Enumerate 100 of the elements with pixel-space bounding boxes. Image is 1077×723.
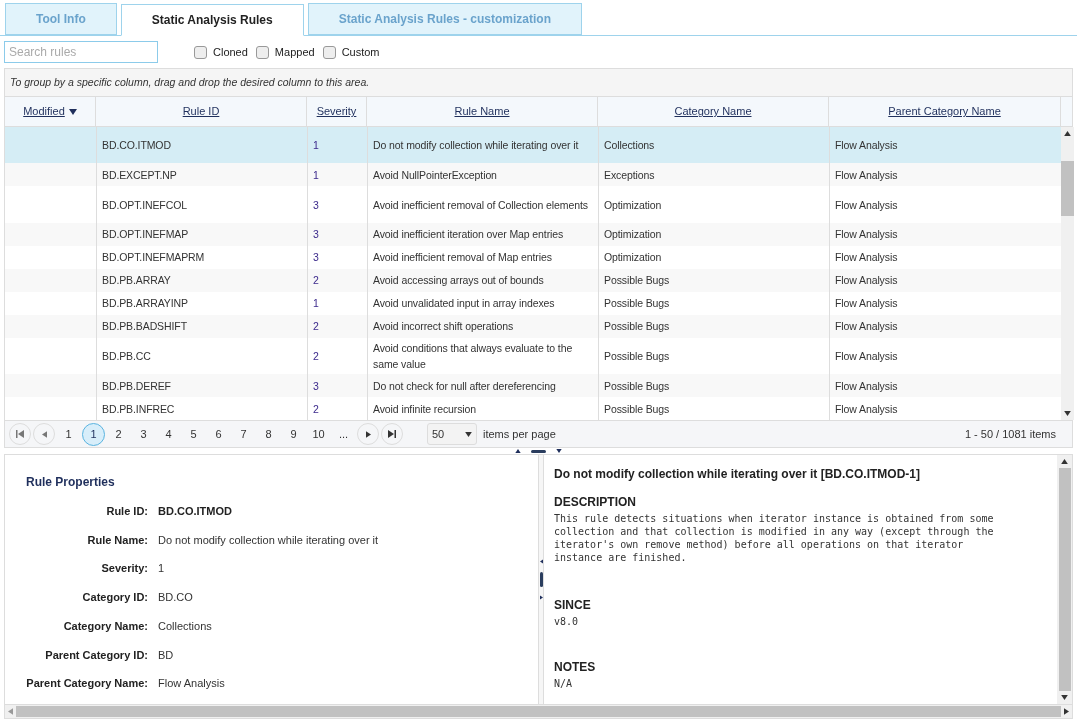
rule-id-cell-text: BD.CO.ITMOD: [102, 138, 171, 154]
column-header-cell[interactable]: Rule ID: [96, 97, 307, 126]
property-label: Parent Category Name:: [26, 676, 148, 692]
page-link[interactable]: 3: [132, 422, 155, 446]
parent-category-cell-text: Flow Analysis: [835, 227, 898, 243]
category-cell-text: Collections: [604, 138, 655, 154]
property-label: Rule Name:: [86, 532, 148, 548]
category-cell-text: Possible Bugs: [604, 348, 670, 364]
rule-doc-title: Do not modify collection while iterating over it [BD.CO.ITMOD-1]: [554, 466, 921, 483]
tab[interactable]: Static Analysis Rules: [120, 4, 304, 36]
page-link[interactable]: 1: [82, 422, 105, 446]
rule-name-cell-text: Avoid inefficient removal of Map entries: [373, 250, 552, 266]
rule-name-cell-text: Do not modify collection while iterating over it: [373, 138, 579, 154]
category-cell-text: Possible Bugs: [604, 273, 670, 289]
vertical-scrollbar[interactable]: [1061, 127, 1074, 420]
property-value: Do not modify collection while iterating over it: [158, 532, 379, 548]
column-header[interactable]: Modified: [23, 103, 65, 120]
parent-category-cell-text: Flow Analysis: [835, 197, 898, 213]
column-header-cell[interactable]: Modified: [5, 97, 96, 126]
parent-category-cell-text: Flow Analysis: [835, 296, 898, 312]
dropdown-arrow-icon: [465, 431, 472, 437]
checkbox[interactable]: [194, 45, 207, 59]
rule-id-cell-text: BD.PB.CC: [102, 348, 151, 364]
property-label: Rule ID:: [105, 504, 148, 519]
category-cell-text: Possible Bugs: [604, 319, 670, 335]
column-header[interactable]: Rule ID: [182, 103, 220, 120]
page-size-dropdown[interactable]: 50: [427, 423, 477, 445]
rule-id-cell-text: BD.PB.INFREC: [102, 401, 175, 417]
page-link[interactable]: ...: [332, 422, 355, 446]
page-link[interactable]: 10: [307, 422, 330, 446]
column-header[interactable]: Parent Category Name: [888, 103, 1001, 120]
parent-category-cell-text: Flow Analysis: [835, 348, 898, 364]
splitter-handle[interactable]: [539, 572, 543, 587]
rule-name-cell-text: Avoid conditions that always evaluate to the same value: [373, 340, 574, 372]
scrollbar-thumb[interactable]: [16, 706, 1061, 717]
property-value: BD.CO.ITMOD: [158, 504, 232, 519]
property-label: Severity:: [100, 561, 148, 577]
page-link[interactable]: 7: [232, 422, 255, 446]
vertical-scrollbar[interactable]: [1057, 455, 1072, 704]
parent-category-cell-text: Flow Analysis: [835, 138, 898, 154]
table-row[interactable]: BD.OPT.INEFMAP 3 Avoid inefficient iteration over Map entries Optimization Flow Analysis: [5, 222, 1061, 246]
checkbox-label: Cloned: [213, 44, 248, 60]
rule-name-cell-text: Avoid NullPointerException: [373, 167, 497, 183]
sort-arrow-icon: [68, 108, 77, 115]
search-field[interactable]: Search rules: [4, 41, 158, 63]
last-page-icon: [388, 430, 396, 438]
checkbox[interactable]: [322, 45, 336, 59]
page-link[interactable]: 4: [157, 422, 180, 446]
scrollbar-thumb[interactable]: [1061, 161, 1074, 216]
page-size-label: items per page: [483, 426, 556, 442]
doc-heading: SINCE: [554, 597, 592, 614]
rule-id-cell-text: BD.EXCEPT.NP: [102, 167, 177, 183]
column-header[interactable]: Severity: [316, 103, 357, 120]
scroll-right-icon: [1064, 708, 1069, 715]
page-link[interactable]: 9: [282, 422, 305, 446]
scroll-up-icon: [1061, 459, 1068, 464]
splitter-handle[interactable]: [531, 449, 546, 453]
doc-heading: DESCRIPTION: [554, 494, 637, 511]
rule-id-cell-text: BD.PB.ARRAYINP: [102, 296, 188, 312]
next-icon: [365, 430, 371, 438]
category-cell-text: Exceptions: [604, 167, 655, 183]
property-label: Category Name:: [62, 618, 148, 634]
table-row[interactable]: BD.PB.ARRAY 2 Avoid accessing arrays out of bounds Possible Bugs Flow Analysis: [5, 268, 1061, 292]
scroll-down-icon: [1064, 411, 1071, 416]
category-cell-text: Possible Bugs: [604, 378, 670, 394]
page-link[interactable]: 8: [257, 422, 280, 446]
property-value: Flow Analysis: [158, 676, 225, 692]
collapse-right-icon: [539, 595, 543, 600]
column-header-cell[interactable]: Severity: [307, 97, 367, 126]
page-link[interactable]: 5: [182, 422, 205, 446]
column-header-cell[interactable]: Category Name: [598, 97, 829, 126]
severity-cell-text: 2: [313, 348, 319, 364]
table-row[interactable]: BD.CO.ITMOD 1 Do not modify collection while iterating over it Collections Flow Analysis: [5, 127, 1061, 164]
table-row[interactable]: BD.EXCEPT.NP 1 Avoid NullPointerException Exceptions Flow Analysis: [5, 163, 1061, 187]
rule-name-cell-text: Avoid inefficient iteration over Map entries: [373, 227, 564, 243]
doc-heading: NOTES: [554, 659, 597, 676]
column-header-cell[interactable]: Rule Name: [367, 97, 598, 126]
table-row[interactable]: BD.PB.DEREF 3 Do not check for null after dereferencing Possible Bugs Flow Analysis: [5, 374, 1061, 398]
property-label: Category ID:: [81, 590, 148, 606]
scroll-left-icon: [8, 708, 13, 715]
severity-cell-text: 2: [313, 273, 319, 289]
column-header-cell[interactable]: Parent Category Name: [829, 97, 1061, 126]
page-link[interactable]: 1: [57, 422, 80, 446]
previous-icon: [41, 430, 47, 438]
column-header[interactable]: Rule Name: [454, 103, 510, 120]
checkbox-label: Mapped: [274, 44, 315, 60]
severity-cell-text: 2: [313, 319, 319, 335]
category-cell-text: Possible Bugs: [604, 296, 670, 312]
rule-name-cell-text: Avoid accessing arrays out of bounds: [373, 273, 544, 289]
horizontal-scrollbar[interactable]: [5, 704, 1072, 718]
category-cell-text: Optimization: [604, 227, 662, 243]
checkbox[interactable]: [255, 45, 269, 59]
page-link[interactable]: 2: [107, 422, 130, 446]
property-label: Parent Category ID:: [44, 647, 148, 663]
severity-cell-text: 1: [313, 138, 319, 154]
scrollbar-thumb[interactable]: [1058, 468, 1071, 691]
rule-id-cell-text: BD.PB.ARRAY: [102, 273, 171, 289]
column-header[interactable]: Category Name: [674, 103, 752, 120]
page-link[interactable]: 6: [207, 422, 230, 446]
table-row[interactable]: BD.PB.BADSHIFT 2 Avoid incorrect shift operations Possible Bugs Flow Analysis: [5, 314, 1061, 338]
